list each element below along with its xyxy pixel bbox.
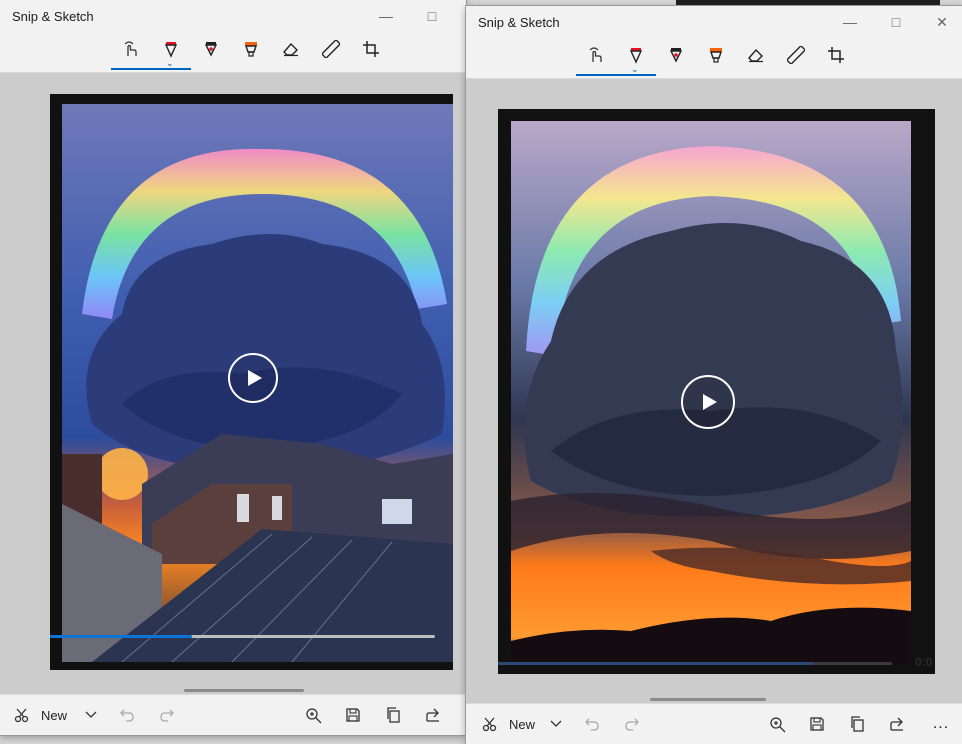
eraser-icon (748, 48, 763, 63)
share-button[interactable] (422, 703, 444, 727)
video-frame (50, 94, 453, 670)
ballpoint-pen-icon (629, 48, 643, 64)
canvas-area: 0:0 (466, 79, 962, 703)
new-dropdown-button[interactable] (545, 712, 567, 736)
undo-button[interactable] (581, 712, 603, 736)
maximize-icon[interactable]: □ (422, 6, 442, 26)
share-icon (425, 708, 439, 722)
bottom-command-bar: New ... (466, 703, 962, 744)
undo-icon (585, 718, 599, 731)
touch-writing-icon (124, 41, 137, 56)
eraser-icon (283, 42, 298, 57)
save-button[interactable] (806, 712, 828, 736)
ruler-button[interactable] (782, 42, 810, 68)
bottom-command-bar: New (0, 694, 466, 735)
canvas-area (0, 73, 466, 694)
copy-button[interactable] (382, 703, 404, 727)
eraser-button[interactable] (742, 42, 770, 68)
snip-icon (482, 717, 497, 732)
redo-icon (160, 709, 174, 722)
window-title: Snip & Sketch (12, 9, 94, 24)
snip-window-left: Snip & Sketch — □ ⌄ New (0, 0, 466, 735)
ruler-icon (322, 40, 340, 58)
image-crop-button[interactable] (357, 36, 385, 62)
minimize-icon[interactable]: — (840, 12, 860, 32)
snip-window-right: Snip & Sketch — □ ✕ ⌄ 0:0 New ... (466, 6, 962, 744)
copy-button[interactable] (846, 712, 868, 736)
video-progress-bar[interactable] (498, 662, 892, 665)
zoom-button[interactable] (766, 712, 788, 736)
touch-writing-button[interactable] (582, 42, 610, 68)
highlighter-button[interactable] (702, 42, 730, 68)
maximize-icon[interactable]: □ (886, 12, 906, 32)
pencil-icon (669, 48, 683, 63)
new-snip-button[interactable]: New (10, 703, 70, 727)
touch-writing-button[interactable] (117, 36, 145, 62)
snip-icon (14, 708, 29, 723)
pencil-button[interactable] (662, 42, 690, 68)
ballpoint-pen-icon (164, 42, 178, 58)
chevron-down-icon (550, 720, 562, 727)
video-timecode: 0:0 (915, 655, 933, 669)
more-options-button[interactable]: ... (928, 712, 954, 736)
window-title: Snip & Sketch (478, 15, 560, 30)
highlighter-icon (245, 42, 257, 57)
zoom-button[interactable] (302, 703, 324, 727)
chevron-down-icon (85, 711, 97, 718)
active-tool-underline (111, 68, 191, 70)
annotation-toolbar: ⌄ (466, 34, 962, 79)
save-button[interactable] (342, 703, 364, 727)
horizontal-scrollbar[interactable] (184, 689, 304, 692)
highlighter-icon (710, 48, 722, 63)
undo-icon (120, 709, 134, 722)
copy-icon (387, 707, 400, 723)
zoom-in-icon (769, 716, 785, 732)
new-label: New (508, 716, 535, 732)
more-icon: ... (932, 715, 950, 732)
minimize-icon[interactable]: — (376, 6, 396, 26)
eraser-button[interactable] (277, 36, 305, 62)
ballpoint-pen-button[interactable]: ⌄ (157, 36, 185, 68)
horizontal-scrollbar[interactable] (650, 698, 766, 701)
redo-button[interactable] (156, 703, 178, 727)
ruler-button[interactable] (317, 36, 345, 62)
pencil-button[interactable] (197, 36, 225, 62)
active-tool-underline (576, 74, 656, 76)
touch-writing-icon (589, 47, 602, 62)
play-icon (248, 370, 262, 386)
pencil-icon (204, 42, 218, 57)
zoom-in-icon (305, 707, 321, 723)
play-button[interactable] (228, 353, 278, 403)
annotation-toolbar: ⌄ (0, 28, 466, 73)
video-progress-fill (498, 662, 814, 665)
video-progress-fill (50, 635, 193, 638)
play-icon (703, 394, 717, 410)
share-icon (889, 717, 903, 731)
play-button[interactable] (681, 375, 735, 429)
video-frame: 0:0 (498, 109, 935, 674)
crop-icon (828, 47, 844, 63)
copy-icon (851, 716, 864, 732)
ballpoint-pen-button[interactable]: ⌄ (622, 42, 650, 74)
redo-button[interactable] (621, 712, 643, 736)
share-button[interactable] (886, 712, 908, 736)
close-icon[interactable]: ✕ (932, 12, 952, 32)
redo-icon (625, 718, 639, 731)
undo-button[interactable] (116, 703, 138, 727)
save-icon (346, 708, 360, 722)
new-label: New (40, 707, 67, 723)
new-snip-button[interactable]: New (478, 712, 538, 736)
image-crop-button[interactable] (822, 42, 850, 68)
video-progress-bar[interactable] (50, 635, 435, 638)
highlighter-button[interactable] (237, 36, 265, 62)
new-dropdown-button[interactable] (80, 703, 102, 727)
title-bar: Snip & Sketch — □ ✕ (466, 6, 962, 34)
ruler-icon (787, 46, 805, 64)
title-bar: Snip & Sketch — □ (0, 0, 466, 28)
crop-icon (363, 41, 379, 57)
save-icon (810, 717, 824, 731)
